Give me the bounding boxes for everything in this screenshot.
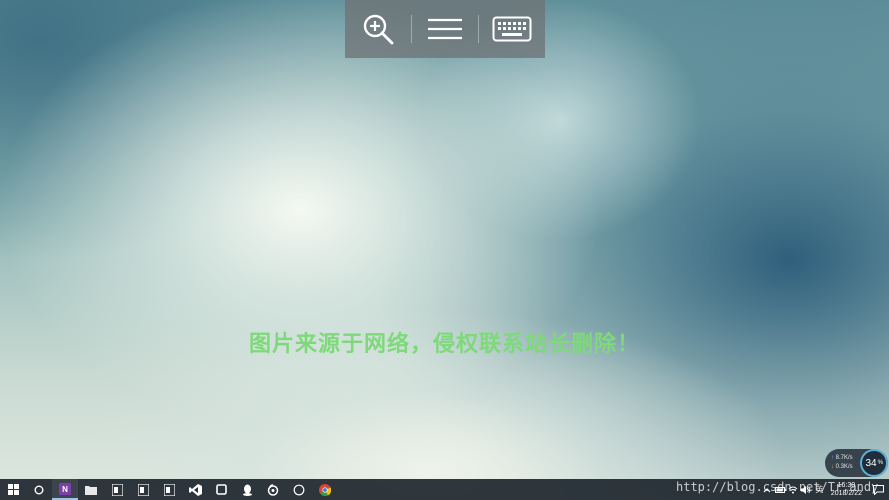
- download-arrow-icon: ↓: [831, 464, 834, 470]
- tray-volume[interactable]: [800, 479, 813, 500]
- cortana-circle-icon: [34, 485, 44, 494]
- network-speeds: ↑ 8.7K/s ↓ 0.3K/s: [825, 454, 860, 472]
- tray-battery[interactable]: [774, 479, 787, 500]
- onenote-icon: N: [59, 482, 71, 495]
- taskbar-app-chrome[interactable]: [312, 479, 338, 500]
- visual-studio-icon: [188, 483, 202, 496]
- usage-gauge: 34%: [860, 449, 888, 477]
- ring-icon: [293, 484, 305, 495]
- hamburger-menu-icon: [428, 18, 462, 40]
- upload-arrow-icon: ↑: [831, 455, 834, 461]
- document-icon: [137, 483, 149, 496]
- desktop-background: 图片来源于网络，侵权联系站长删除！ ↑ 8.7K/s ↓ 0.3K/s 34% …: [0, 0, 889, 500]
- clock-date: 2018/2/22: [830, 489, 862, 497]
- tray-network[interactable]: [787, 479, 800, 500]
- top-toolbar: [345, 0, 545, 58]
- chrome-icon: [319, 483, 331, 496]
- tray-language[interactable]: 英: [813, 479, 826, 500]
- cortana-button[interactable]: [26, 479, 52, 500]
- taskbar-app-powerpoint[interactable]: [130, 479, 156, 500]
- watermark-text: 图片来源于网络，侵权联系站长删除！: [248, 332, 640, 357]
- taskbar-clock[interactable]: 16:30 2018/2/22: [826, 482, 867, 498]
- taskbar-app-visual-studio[interactable]: [182, 479, 208, 500]
- keyboard-icon: [492, 16, 532, 42]
- music-swirl-icon: [267, 483, 279, 496]
- spreadsheet-icon: [163, 483, 175, 496]
- taskbar-app-excel[interactable]: [156, 479, 182, 500]
- taskbar: N 英 16:30 2018/2/22: [0, 479, 889, 500]
- upload-speed: ↑ 8.7K/s: [831, 455, 853, 461]
- taskbar-app-word[interactable]: [104, 479, 130, 500]
- keyboard-button[interactable]: [479, 0, 545, 58]
- action-center-button[interactable]: [867, 479, 889, 500]
- zoom-in-icon: [363, 14, 394, 45]
- start-button[interactable]: [0, 479, 26, 500]
- qq-penguin-icon: [242, 484, 252, 496]
- taskbar-app-window[interactable]: [208, 479, 234, 500]
- clock-time: 16:30: [837, 481, 856, 489]
- system-tray: 英 16:30 2018/2/22: [761, 479, 889, 500]
- zoom-button[interactable]: [345, 0, 411, 58]
- wifi-icon: [788, 486, 798, 494]
- taskbar-app-onenote[interactable]: N: [52, 479, 78, 500]
- tray-expand-button[interactable]: [761, 479, 774, 500]
- network-speed-widget[interactable]: ↑ 8.7K/s ↓ 0.3K/s 34%: [825, 449, 888, 477]
- svg-text:N: N: [62, 485, 68, 494]
- taskbar-app-circle[interactable]: [286, 479, 312, 500]
- taskbar-app-netease-music[interactable]: [260, 479, 286, 500]
- notification-icon: [872, 484, 884, 495]
- battery-icon: [774, 486, 786, 493]
- taskbar-app-file-explorer[interactable]: [78, 479, 104, 500]
- chevron-up-icon: [763, 487, 771, 492]
- taskbar-app-qq[interactable]: [234, 479, 260, 500]
- speaker-icon: [801, 485, 811, 494]
- folder-icon: [85, 485, 97, 495]
- download-speed: ↓ 0.3K/s: [831, 464, 853, 470]
- word-doc-icon: [111, 483, 123, 496]
- menu-button[interactable]: [412, 0, 478, 58]
- windows-icon: [7, 484, 19, 495]
- window-square-icon: [215, 484, 227, 495]
